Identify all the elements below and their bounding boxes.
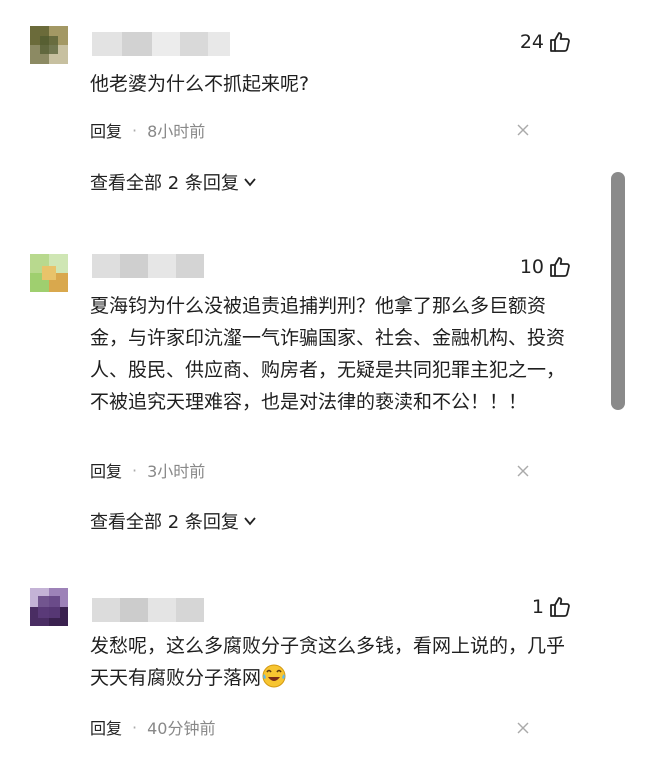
reply-button[interactable]: 回复 <box>90 715 122 739</box>
comment-time: 3小时前 <box>147 462 206 481</box>
comment-meta: 回复 · 3小时前 <box>90 458 205 482</box>
view-all-label: 查看全部 2 条回复 <box>90 512 239 533</box>
comment-item: 24 他老婆为什么不抓起来呢? 回复 · 8小时前 查看全部 2 条回复 <box>0 0 600 240</box>
thumbs-up-icon <box>550 32 570 52</box>
like-count: 24 <box>519 31 544 53</box>
avatar[interactable] <box>30 254 68 292</box>
close-icon[interactable] <box>516 721 530 735</box>
thumbs-up-icon <box>550 597 570 617</box>
laughing-crying-emoji-icon <box>262 664 286 688</box>
view-all-replies-button[interactable]: 查看全部 2 条回复 <box>90 508 257 534</box>
view-all-label: 查看全部 2 条回复 <box>90 173 239 194</box>
view-all-replies-button[interactable]: 查看全部 2 条回复 <box>90 169 257 195</box>
meta-separator: · <box>132 460 138 480</box>
like-button[interactable]: 1 <box>532 595 572 619</box>
comment-time: 8小时前 <box>147 122 206 141</box>
comment-text: 夏海钧为什么没被追责追捕判刑？他拿了那么多巨额资金，与许家印沆瀣一气诈骗国家、社… <box>90 295 566 413</box>
chevron-down-icon <box>244 178 256 187</box>
comment-meta: 回复 · 8小时前 <box>90 118 205 142</box>
like-count: 1 <box>531 596 544 618</box>
comment-text: 他老婆为什么不抓起来呢? <box>90 73 310 95</box>
reply-button[interactable]: 回复 <box>90 118 122 142</box>
username-blurred[interactable] <box>92 254 204 278</box>
chevron-down-icon <box>244 517 256 526</box>
comment-item: 1 发愁呢，这么多腐败分子贪这么多钱，看网上说的，几乎天天有腐败分子落网 回复 … <box>0 570 600 772</box>
close-icon[interactable] <box>516 464 530 478</box>
like-button[interactable]: 10 <box>520 255 572 279</box>
username-blurred[interactable] <box>92 32 230 56</box>
comment-text-content: 发愁呢，这么多腐败分子贪这么多钱，看网上说的，几乎天天有腐败分子落网 <box>90 635 566 689</box>
reply-button[interactable]: 回复 <box>90 458 122 482</box>
username-blurred[interactable] <box>92 598 204 622</box>
like-count: 10 <box>519 256 544 278</box>
comment-time: 40分钟前 <box>147 719 216 738</box>
meta-separator: · <box>132 717 138 737</box>
scrollbar-thumb[interactable] <box>611 172 625 410</box>
close-icon[interactable] <box>516 123 530 137</box>
comment-text: 发愁呢，这么多腐败分子贪这么多钱，看网上说的，几乎天天有腐败分子落网 <box>90 630 570 694</box>
thumbs-up-icon <box>550 257 570 277</box>
like-button[interactable]: 24 <box>520 30 572 54</box>
avatar[interactable] <box>30 588 68 626</box>
meta-separator: · <box>132 120 138 140</box>
comment-meta: 回复 · 40分钟前 <box>90 715 215 739</box>
avatar[interactable] <box>30 26 68 64</box>
comment-item: 10 夏海钧为什么没被追责追捕判刑？他拿了那么多巨额资金，与许家印沆瀣一气诈骗国… <box>0 240 600 570</box>
